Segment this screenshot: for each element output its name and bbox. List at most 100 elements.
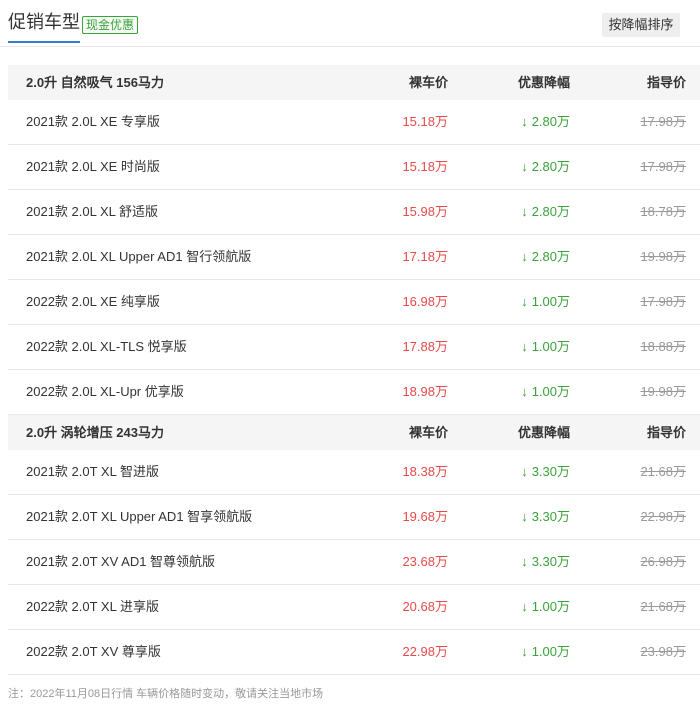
- discount-amount: ↓ 2.80万: [521, 190, 570, 234]
- discount-amount: ↓ 1.00万: [521, 585, 570, 629]
- bare-price: 15.18万: [402, 114, 448, 129]
- bare-price: 22.98万: [402, 644, 448, 659]
- group-title: 2.0升 自然吸气 156马力: [26, 75, 164, 90]
- arrow-down-icon: ↓: [521, 509, 528, 524]
- discount-value: 2.80万: [531, 114, 570, 129]
- table-row[interactable]: 2021款 2.0L XE 时尚版 15.18万 ↓ 2.80万 17.98万: [8, 145, 700, 190]
- price-table: 2.0升 自然吸气 156马力 裸车价 优惠降幅 指导价 2021款 2.0L XE 专…: [8, 65, 700, 675]
- arrow-down-icon: ↓: [521, 249, 528, 264]
- discount-value: 2.80万: [531, 159, 570, 174]
- discount-value: 1.00万: [531, 294, 570, 309]
- discount-value: 3.30万: [531, 509, 570, 524]
- column-header-discount: 优惠降幅: [517, 425, 570, 440]
- arrow-down-icon: ↓: [521, 294, 528, 309]
- guide-price: 17.98万: [640, 294, 686, 309]
- discount-value: 1.00万: [531, 384, 570, 399]
- arrow-down-icon: ↓: [521, 554, 528, 569]
- discount-amount: ↓ 1.00万: [521, 280, 570, 324]
- guide-price: 17.98万: [640, 114, 686, 129]
- table-row[interactable]: 2021款 2.0L XL Upper AD1 智行领航版 17.18万 ↓ 2.80…: [8, 235, 700, 280]
- bare-price: 20.68万: [402, 599, 448, 614]
- model-name[interactable]: 2022款 2.0T XV 尊享版: [26, 630, 161, 674]
- tab-promo-models[interactable]: 促销车型: [8, 11, 80, 43]
- header-bar: 促销车型 现金优惠 按降幅排序: [0, 0, 700, 47]
- guide-price: 21.68万: [640, 599, 686, 614]
- arrow-down-icon: ↓: [521, 339, 528, 354]
- guide-price: 19.98万: [640, 384, 686, 399]
- column-header-guide: 指导价: [646, 75, 686, 90]
- arrow-down-icon: ↓: [521, 114, 528, 129]
- model-name[interactable]: 2021款 2.0T XV AD1 智尊领航版: [26, 540, 215, 584]
- guide-price: 22.98万: [640, 509, 686, 524]
- arrow-down-icon: ↓: [521, 204, 528, 219]
- discount-value: 2.80万: [531, 249, 570, 264]
- model-name[interactable]: 2022款 2.0L XE 纯享版: [26, 280, 160, 324]
- bare-price: 16.98万: [402, 294, 448, 309]
- model-name[interactable]: 2021款 2.0T XL Upper AD1 智享领航版: [26, 495, 252, 539]
- bare-price: 15.98万: [402, 204, 448, 219]
- model-name[interactable]: 2022款 2.0L XL-TLS 悦享版: [26, 325, 187, 369]
- discount-value: 2.80万: [531, 204, 570, 219]
- group-header: 2.0升 自然吸气 156马力 裸车价 优惠降幅 指导价: [8, 65, 700, 100]
- discount-amount: ↓ 3.30万: [521, 450, 570, 494]
- table-row[interactable]: 2021款 2.0T XV AD1 智尊领航版 23.68万 ↓ 3.30万 26.98…: [8, 540, 700, 585]
- bare-price: 17.88万: [402, 339, 448, 354]
- arrow-down-icon: ↓: [521, 599, 528, 614]
- discount-amount: ↓ 3.30万: [521, 540, 570, 584]
- table-row[interactable]: 2021款 2.0T XL 智进版 18.38万 ↓ 3.30万 21.68万: [8, 450, 700, 495]
- bare-price: 17.18万: [402, 249, 448, 264]
- model-name[interactable]: 2021款 2.0L XL 舒适版: [26, 190, 158, 234]
- discount-amount: ↓ 1.00万: [521, 370, 570, 414]
- arrow-down-icon: ↓: [521, 159, 528, 174]
- model-name[interactable]: 2021款 2.0L XL Upper AD1 智行领航版: [26, 235, 251, 279]
- bare-price: 19.68万: [402, 509, 448, 524]
- guide-price: 26.98万: [640, 554, 686, 569]
- discount-amount: ↓ 1.00万: [521, 325, 570, 369]
- bare-price: 15.18万: [402, 159, 448, 174]
- guide-price: 18.78万: [640, 204, 686, 219]
- bare-price: 18.98万: [402, 384, 448, 399]
- guide-price: 18.88万: [640, 339, 686, 354]
- table-row[interactable]: 2021款 2.0L XL 舒适版 15.98万 ↓ 2.80万 18.78万: [8, 190, 700, 235]
- arrow-down-icon: ↓: [521, 644, 528, 659]
- discount-value: 1.00万: [531, 339, 570, 354]
- table-row[interactable]: 2022款 2.0L XE 纯享版 16.98万 ↓ 1.00万 17.98万: [8, 280, 700, 325]
- column-header-price: 裸车价: [408, 425, 448, 440]
- discount-value: 1.00万: [531, 599, 570, 614]
- table-row[interactable]: 2022款 2.0L XL-Upr 优享版 18.98万 ↓ 1.00万 19.98万: [8, 370, 700, 415]
- discount-amount: ↓ 1.00万: [521, 630, 570, 674]
- discount-amount: ↓ 3.30万: [521, 495, 570, 539]
- model-name[interactable]: 2021款 2.0T XL 智进版: [26, 450, 159, 494]
- footer-note: 注：2022年11月08日行情 车辆价格随时变动，敬请关注当地市场: [8, 688, 324, 700]
- bare-price: 23.68万: [402, 554, 448, 569]
- discount-value: 3.30万: [531, 554, 570, 569]
- bare-price: 18.38万: [402, 464, 448, 479]
- table-row[interactable]: 2022款 2.0T XV 尊享版 22.98万 ↓ 1.00万 23.98万: [8, 630, 700, 675]
- table-row[interactable]: 2022款 2.0T XL 进享版 20.68万 ↓ 1.00万 21.68万: [8, 585, 700, 630]
- group-header: 2.0升 涡轮增压 243马力 裸车价 优惠降幅 指导价: [8, 415, 700, 450]
- discount-amount: ↓ 2.80万: [521, 145, 570, 189]
- guide-price: 21.68万: [640, 464, 686, 479]
- discount-value: 1.00万: [531, 644, 570, 659]
- model-name[interactable]: 2022款 2.0T XL 进享版: [26, 585, 159, 629]
- column-header-guide: 指导价: [646, 425, 686, 440]
- discount-amount: ↓ 2.80万: [521, 235, 570, 279]
- sort-by-discount-button[interactable]: 按降幅排序: [602, 13, 680, 37]
- model-name[interactable]: 2022款 2.0L XL-Upr 优享版: [26, 370, 184, 414]
- arrow-down-icon: ↓: [521, 384, 528, 399]
- discount-value: 3.30万: [531, 464, 570, 479]
- guide-price: 17.98万: [640, 159, 686, 174]
- table-row[interactable]: 2021款 2.0L XE 专享版 15.18万 ↓ 2.80万 17.98万: [8, 100, 700, 145]
- model-name[interactable]: 2021款 2.0L XE 专享版: [26, 100, 160, 144]
- discount-amount: ↓ 2.80万: [521, 100, 570, 144]
- arrow-down-icon: ↓: [521, 464, 528, 479]
- column-header-discount: 优惠降幅: [517, 75, 570, 90]
- column-header-price: 裸车价: [408, 75, 448, 90]
- guide-price: 19.98万: [640, 249, 686, 264]
- model-name[interactable]: 2021款 2.0L XE 时尚版: [26, 145, 160, 189]
- guide-price: 23.98万: [640, 644, 686, 659]
- cash-discount-badge: 现金优惠: [82, 16, 139, 34]
- table-row[interactable]: 2022款 2.0L XL-TLS 悦享版 17.88万 ↓ 1.00万 18.88万: [8, 325, 700, 370]
- table-row[interactable]: 2021款 2.0T XL Upper AD1 智享领航版 19.68万 ↓ 3.30…: [8, 495, 700, 540]
- group-title: 2.0升 涡轮增压 243马力: [26, 425, 164, 440]
